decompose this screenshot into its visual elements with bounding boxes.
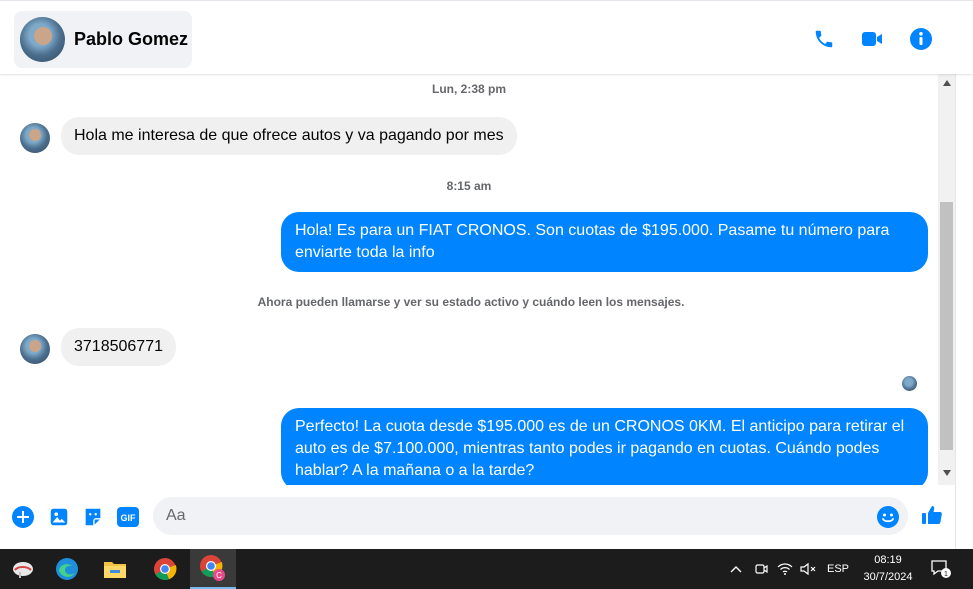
sticker-icon[interactable]	[81, 505, 105, 529]
chrome-profile-active-icon[interactable]: C	[190, 549, 236, 589]
scroll-up-arrow-icon[interactable]	[938, 74, 955, 91]
plus-icon[interactable]	[11, 505, 35, 529]
contact-info-button[interactable]: Pablo Gomez	[14, 11, 192, 68]
language-indicator[interactable]: ESP	[824, 549, 852, 589]
system-notice: Ahora pueden llamarse y ver su estado ac…	[257, 295, 685, 309]
timestamp: 8:15 am	[446, 179, 492, 193]
volume-muted-icon[interactable]	[797, 549, 819, 589]
sender-avatar[interactable]	[20, 123, 50, 153]
wifi-icon[interactable]	[774, 549, 796, 589]
video-camera-icon[interactable]	[860, 27, 884, 51]
incoming-message: 3718506771	[61, 328, 176, 366]
message-composer: GIF	[0, 485, 955, 549]
chat-scrollbar[interactable]	[938, 74, 955, 485]
svg-text:1: 1	[944, 571, 948, 578]
windows-taskbar: C ESP 08:19 30/7/2024 1	[0, 549, 973, 589]
message-input[interactable]	[153, 497, 908, 535]
show-hidden-icons-chevron-icon[interactable]	[726, 549, 746, 589]
phone-icon[interactable]	[812, 27, 836, 51]
timestamp: Lun, 2:38 pm	[431, 82, 506, 96]
outgoing-message: Perfecto! La cuota desde $195.000 es de …	[281, 408, 928, 485]
outgoing-message: Hola! Es para un FIAT CRONOS. Son cuotas…	[281, 212, 928, 272]
notification-center-icon[interactable]: 1	[928, 549, 954, 589]
chrome-icon[interactable]	[142, 549, 188, 589]
scroll-thumb[interactable]	[940, 202, 953, 450]
start-widget-icon[interactable]	[0, 549, 46, 589]
svg-text:C: C	[216, 571, 222, 580]
svg-text:GIF: GIF	[121, 513, 137, 523]
contact-avatar	[20, 17, 65, 62]
sender-avatar[interactable]	[20, 334, 50, 364]
clock-date: 30/7/2024	[863, 571, 913, 583]
scroll-down-arrow-icon[interactable]	[938, 464, 955, 481]
window-edge	[955, 74, 973, 549]
incoming-message: Hola me interesa de que ofrece autos y v…	[61, 117, 517, 155]
message-list: Lun, 2:38 pm Hola me interesa de que ofr…	[0, 74, 938, 485]
edge-browser-icon[interactable]	[44, 549, 90, 589]
meet-now-icon[interactable]	[751, 549, 771, 589]
info-icon[interactable]	[909, 27, 933, 51]
clock-time: 08:19	[874, 554, 902, 566]
contact-name: Pablo Gomez	[74, 29, 189, 49]
image-icon[interactable]	[47, 505, 71, 529]
system-clock[interactable]: 08:19 30/7/2024	[858, 552, 918, 586]
gif-icon[interactable]: GIF	[116, 505, 140, 529]
emoji-icon[interactable]	[876, 505, 900, 529]
conversation-header: Pablo Gomez	[0, 0, 973, 74]
file-explorer-icon[interactable]	[92, 549, 138, 589]
read-receipt-avatar	[902, 376, 917, 391]
thumbs-up-icon[interactable]	[920, 503, 944, 527]
messenger-window: Pablo Gomez Lun, 2:38 pm Hola me interes…	[0, 0, 973, 589]
